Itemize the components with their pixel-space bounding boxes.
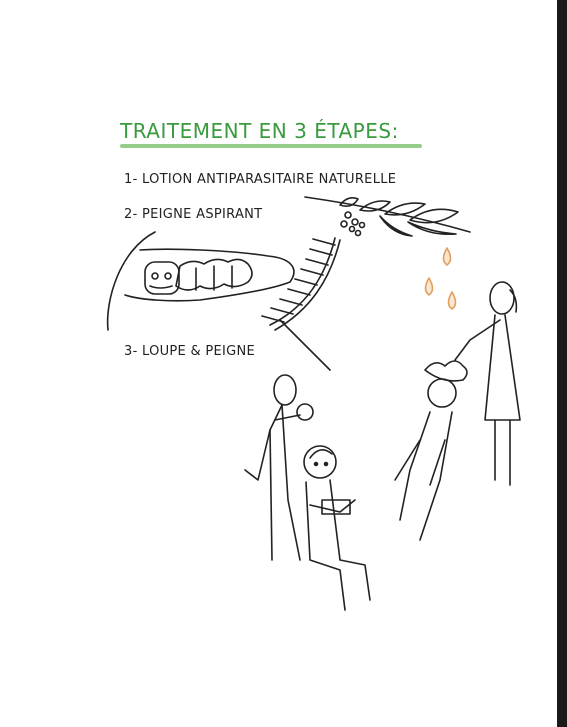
louse-icon	[106, 231, 295, 331]
lavender-sprig-icon	[304, 196, 471, 237]
comb-icon	[261, 237, 341, 371]
oil-drops-icon	[424, 247, 457, 310]
stick-figure-child	[303, 445, 371, 611]
stick-figure-magnifier	[244, 374, 314, 561]
illustration	[106, 196, 521, 611]
stick-figure-treated	[394, 360, 468, 541]
stick-figure-adult	[454, 281, 521, 486]
right-edge-bar	[557, 0, 567, 727]
